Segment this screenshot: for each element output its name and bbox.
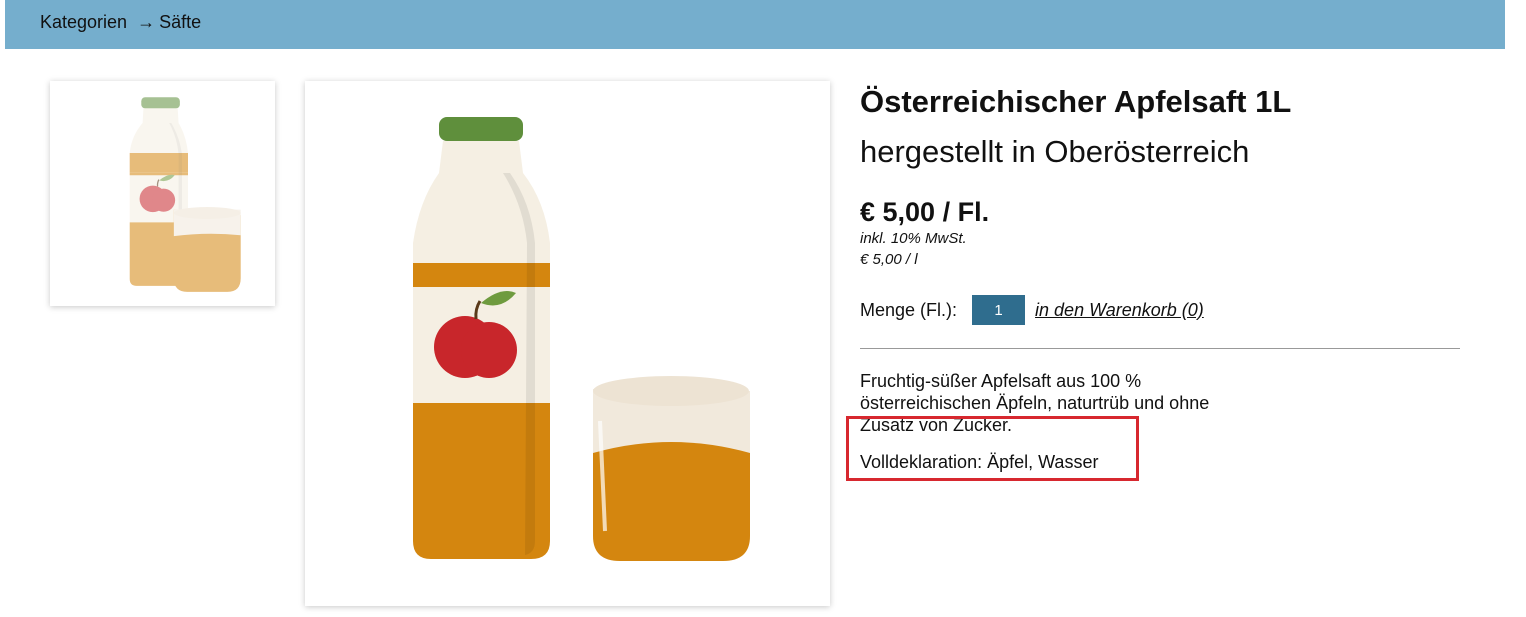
product-title: Österreichischer Apfelsaft 1L: [860, 84, 1292, 119]
breadcrumb-arrow: →: [137, 12, 156, 32]
declaration-highlight-box: [846, 416, 1139, 481]
product-price: € 5,00 / Fl.: [860, 197, 990, 227]
product-info: Österreichischer Apfelsaft 1L hergestell…: [860, 82, 1460, 473]
juice-bottle-glass-icon: [413, 117, 750, 561]
unit-price: € 5,00 / l: [860, 251, 918, 268]
product-thumbnail[interactable]: [50, 81, 275, 306]
tax-note: inkl. 10% MwSt.: [860, 230, 967, 247]
top-bar: Kategorien → Säfte: [5, 0, 1505, 49]
breadcrumb-categories-link[interactable]: Kategorien: [40, 12, 127, 32]
breadcrumb: Kategorien → Säfte: [40, 12, 201, 33]
product-main-image[interactable]: [305, 81, 830, 606]
quantity-input[interactable]: [972, 295, 1026, 325]
quantity-row: Menge (Fl.): in den Warenkorb (0): [860, 294, 1460, 326]
quantity-label: Menge (Fl.):: [860, 299, 958, 320]
product-origin: hergestellt in Oberösterreich: [860, 134, 1250, 169]
juice-bottle-glass-icon: [129, 97, 241, 292]
divider: [860, 348, 1460, 349]
breadcrumb-current: Säfte: [159, 12, 202, 32]
add-to-cart-link[interactable]: in den Warenkorb (0): [1035, 300, 1204, 321]
